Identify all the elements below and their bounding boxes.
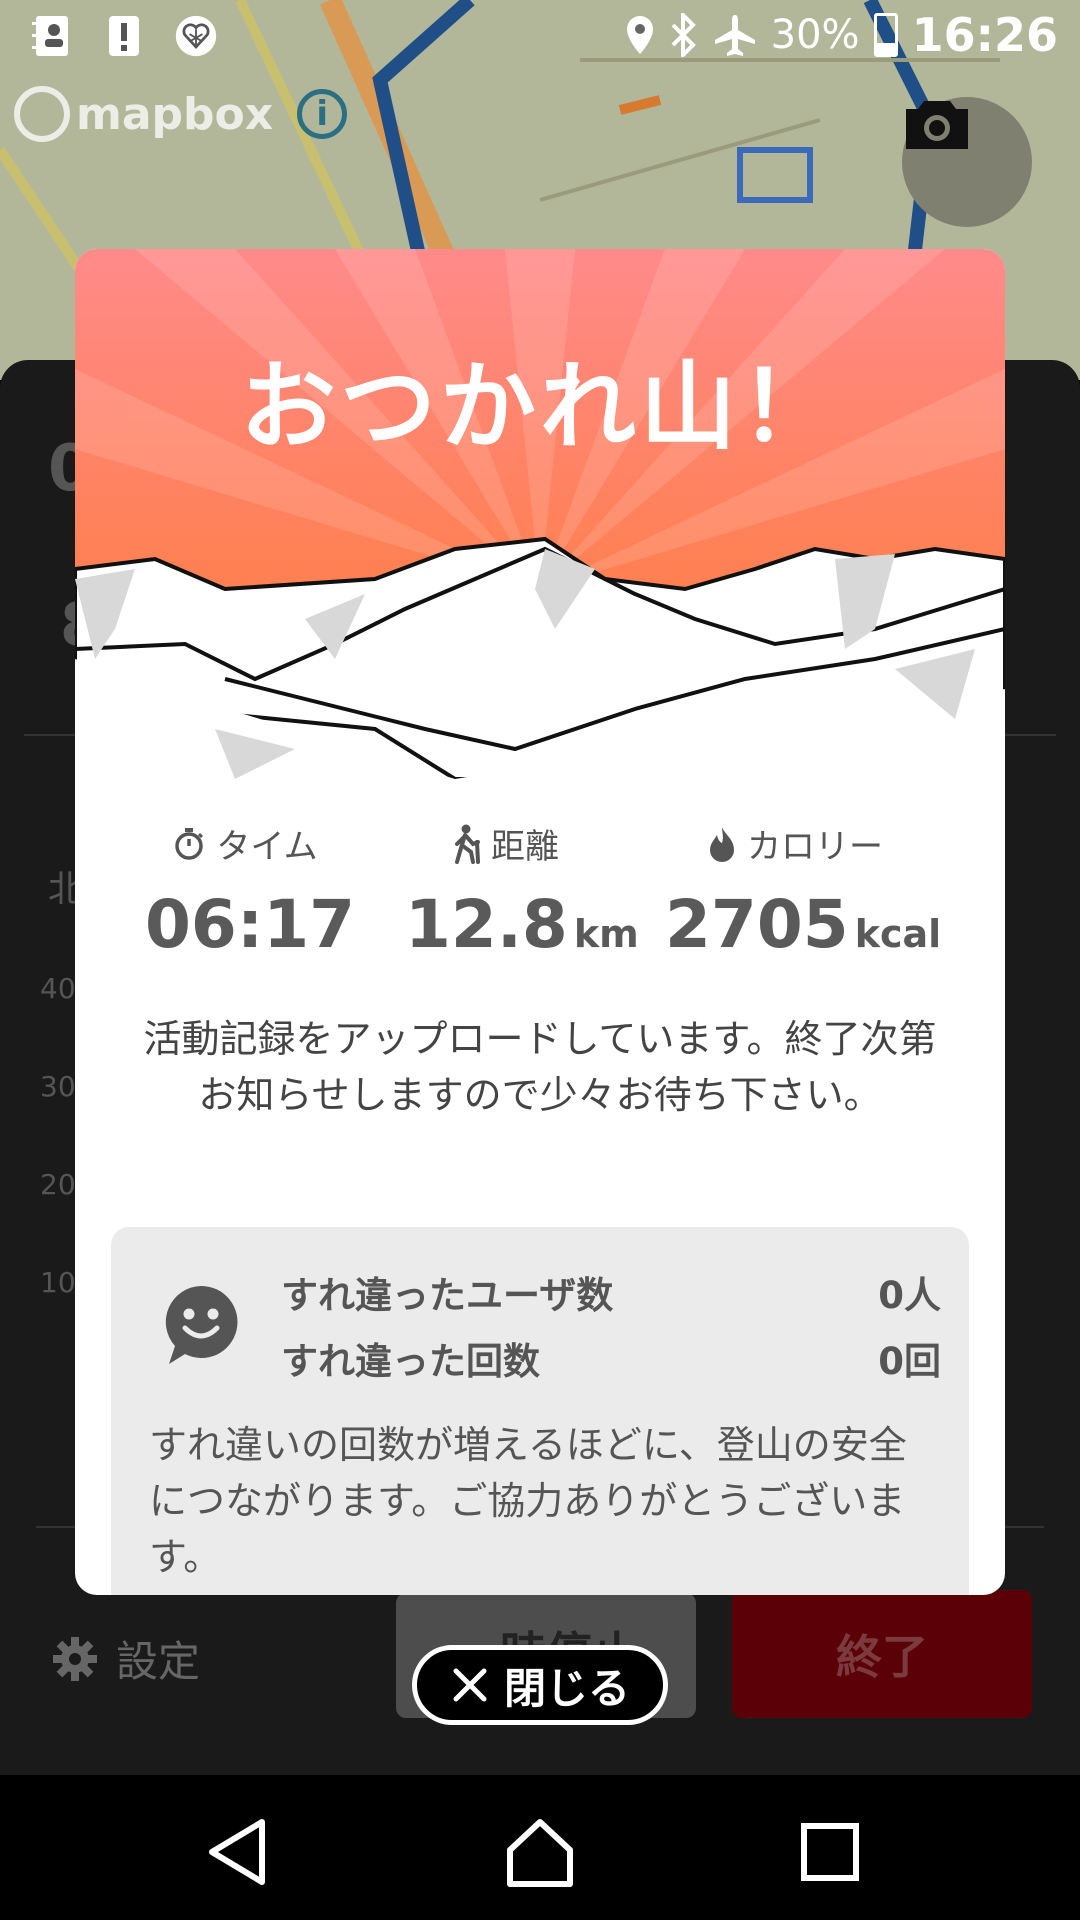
settings-button[interactable]: 設定 bbox=[52, 1628, 200, 1689]
settings-label: 設定 bbox=[116, 1637, 201, 1686]
location-icon bbox=[626, 16, 653, 54]
encounter-users-value: 0人 bbox=[878, 1274, 941, 1317]
gear-icon bbox=[53, 1636, 97, 1681]
encounter-count-row: すれ違った回数 0回 bbox=[281, 1331, 941, 1385]
mapbox-logo: mapbox i bbox=[14, 86, 348, 142]
encounter-count-label: すれ違った回数 bbox=[281, 1340, 540, 1383]
bluetooth-icon bbox=[671, 13, 696, 57]
encounter-note: すれ違いの回数が増えるほどに、登山の安全につながります。ご協力ありがとうございま… bbox=[149, 1423, 907, 1579]
hero-banner: おつかれ山！ bbox=[75, 249, 1005, 781]
stat-time-value: 06:17 bbox=[145, 886, 356, 963]
stats-row: タイム 06:17 距離 12.8 km カロリー 2705 kcal bbox=[75, 819, 1005, 963]
airplane-icon bbox=[714, 15, 755, 56]
stat-distance: 距離 12.8 km bbox=[405, 819, 639, 963]
alert-icon bbox=[102, 12, 146, 60]
camera-icon bbox=[906, 101, 968, 149]
end-button[interactable]: 終了 bbox=[732, 1590, 1032, 1718]
close-label: 閉じる bbox=[503, 1663, 630, 1713]
back-icon[interactable] bbox=[200, 1812, 280, 1892]
encounter-users-label: すれ違ったユーザ数 bbox=[281, 1274, 614, 1317]
recents-icon[interactable] bbox=[790, 1812, 870, 1892]
navigation-bar bbox=[0, 1776, 1080, 1920]
upload-message: 活動記録をアップロードしています。終了次第お知らせしますので少々お待ち下さい。 bbox=[143, 1017, 937, 1117]
close-icon bbox=[453, 1668, 487, 1702]
stat-calories: カロリー 2705 kcal bbox=[665, 819, 941, 963]
encounter-count-value: 0回 bbox=[878, 1340, 941, 1383]
home-icon[interactable] bbox=[500, 1812, 580, 1892]
status-bar: 30% 16:26 bbox=[0, 0, 1080, 75]
stat-distance-value: 12.8 bbox=[405, 886, 568, 963]
battery-icon bbox=[873, 13, 898, 57]
dialog-title: おつかれ山！ bbox=[240, 351, 840, 463]
info-icon[interactable]: i bbox=[297, 89, 348, 139]
flame-icon bbox=[710, 826, 734, 862]
stopwatch-icon bbox=[175, 827, 204, 860]
stat-calories-value: 2705 bbox=[665, 886, 849, 963]
stat-calories-unit: kcal bbox=[854, 912, 942, 956]
smiley-icon bbox=[165, 1285, 238, 1364]
contacts-icon bbox=[30, 12, 74, 60]
hiker-icon bbox=[455, 824, 480, 864]
camera-button[interactable] bbox=[902, 97, 1032, 227]
stat-distance-label: 距離 bbox=[491, 827, 559, 867]
summary-dialog: おつかれ山！ タイム 06:17 距離 12.8 km カロリー 2705 kcal… bbox=[75, 249, 1005, 1595]
encounter-users-row: すれ違ったユーザ数 0人 bbox=[281, 1265, 941, 1319]
stat-time-label: タイム bbox=[216, 827, 318, 867]
encounter-box: すれ違ったユーザ数 0人 すれ違った回数 0回 すれ違いの回数が増えるほどに、登… bbox=[111, 1227, 969, 1595]
stat-distance-unit: km bbox=[573, 912, 639, 956]
stat-calories-label: カロリー bbox=[747, 827, 883, 867]
stat-time: タイム 06:17 bbox=[145, 819, 355, 963]
app-icon bbox=[174, 12, 218, 60]
close-button[interactable]: 閉じる bbox=[412, 1645, 668, 1725]
